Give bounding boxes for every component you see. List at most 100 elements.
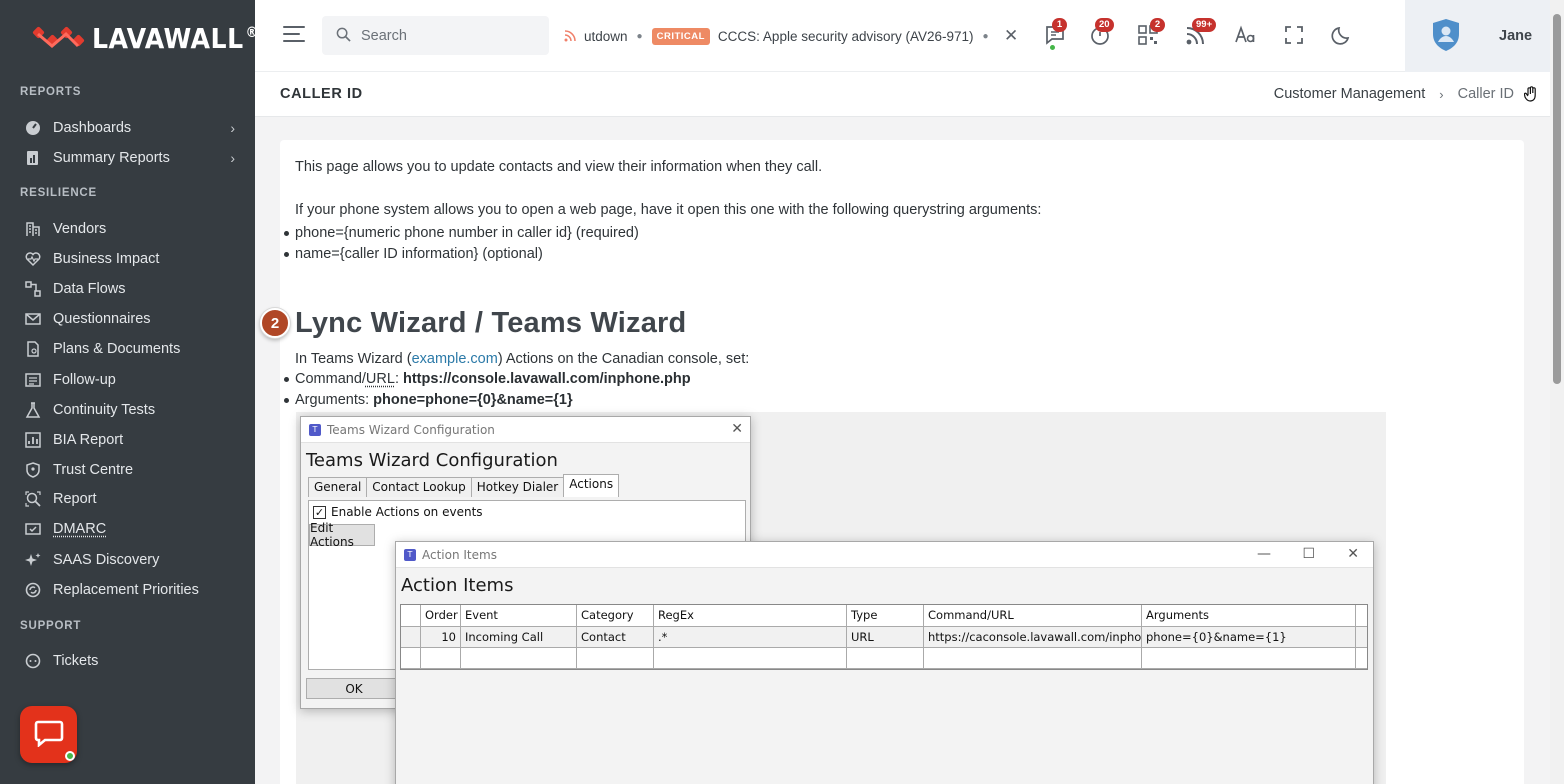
row-selector[interactable] (401, 627, 421, 647)
search-box[interactable] (322, 16, 549, 55)
sidebar-item-vendors[interactable]: Vendors (24, 216, 235, 242)
online-status-dot (65, 751, 75, 761)
sidebar-item-continuity-tests[interactable]: Continuity Tests (24, 397, 235, 423)
sidebar-item-summary-reports[interactable]: Summary Reports › (24, 145, 235, 171)
user-menu[interactable]: Jane (1405, 0, 1550, 72)
sidebar-item-questionnaires[interactable]: Questionnaires (24, 306, 235, 332)
section-resilience: RESILIENCE (20, 187, 98, 199)
messages-button[interactable]: 1 (1041, 18, 1069, 51)
column-header[interactable]: Command/URL (924, 605, 1142, 626)
breadcrumb-parent[interactable]: Customer Management (1274, 86, 1426, 102)
lavawall-logo-icon (32, 22, 86, 54)
page-title: CALLER ID (280, 86, 363, 102)
font-size-button[interactable] (1231, 22, 1259, 50)
shield-icon (24, 461, 42, 479)
scrollbar-thumb[interactable] (1553, 14, 1561, 384)
window-title: Action Items (422, 547, 497, 562)
online-dot (1049, 44, 1056, 51)
window-heading: Teams Wizard Configuration (306, 450, 558, 471)
enable-actions-checkbox[interactable]: ✓ Enable Actions on events (313, 505, 745, 519)
list-item: Command/URL: https://console.lavawall.co… (284, 369, 691, 390)
section-reports: REPORTS (20, 86, 82, 98)
sidebar-item-trust-centre[interactable]: Trust Centre (24, 457, 235, 483)
tab-hotkey-dialer[interactable]: Hotkey Dialer (470, 477, 565, 497)
sidebar-item-report[interactable]: Report (24, 486, 235, 512)
news-ticker[interactable]: utdown ● CRITICAL CCCS: Apple security a… (564, 25, 1004, 47)
chat-button[interactable] (20, 706, 77, 763)
column-header[interactable]: RegEx (654, 605, 847, 626)
table-cell[interactable]: https://caconsole.lavawall.com/inphone.p (924, 627, 1142, 647)
list-item: Arguments: phone=phone={0}&name={1} (284, 390, 691, 411)
search-input[interactable] (361, 27, 531, 44)
sidebar-item-tickets[interactable]: Tickets (24, 648, 235, 674)
sidebar-item-label: Tickets (53, 653, 99, 669)
sparkle-icon (24, 551, 42, 569)
sidebar-item-label: Vendors (53, 221, 107, 237)
user-shield-avatar-icon (1431, 18, 1461, 55)
dashboard-icon (24, 119, 42, 137)
tab-actions[interactable]: Actions (563, 474, 620, 497)
fullscreen-button[interactable] (1280, 22, 1308, 50)
ok-button[interactable]: OK (306, 678, 402, 699)
edit-actions-button[interactable]: Edit Actions (309, 521, 375, 549)
breadcrumb-current: Caller ID (1457, 86, 1514, 102)
arguments-value: phone=phone={0}&name={1} (373, 392, 573, 408)
list-icon (24, 371, 42, 389)
column-header[interactable]: Event (461, 605, 577, 626)
sidebar-item-replacement-priorities[interactable]: Replacement Priorities (24, 577, 235, 603)
ticker-headline[interactable]: CCCS: Apple security advisory (AV26-971) (718, 29, 974, 44)
querystring-args-list: phone={numeric phone number in caller id… (284, 223, 639, 265)
brand-name: LAVAWALL ® (92, 21, 255, 55)
rss-feed-button[interactable]: 99+ (1182, 18, 1217, 50)
brand-logo[interactable]: LAVAWALL ® (32, 18, 255, 58)
timer-button[interactable]: 20 (1086, 18, 1114, 50)
command-url-value: https://console.lavawall.com/inphone.php (403, 371, 691, 387)
sidebar-item-label: SAAS Discovery (53, 552, 160, 568)
minimize-icon[interactable]: — (1257, 546, 1271, 562)
checkbox-label: Enable Actions on events (331, 505, 483, 519)
tab-contact-lookup[interactable]: Contact Lookup (366, 477, 472, 497)
column-header[interactable]: Order (421, 605, 461, 626)
ticker-close-icon[interactable]: ✕ (1004, 26, 1018, 46)
action-items-window: T Action Items — ☐ ✕ Action Items Order E… (395, 541, 1374, 784)
document-icon (24, 340, 42, 358)
teams-app-icon: T (309, 423, 321, 436)
section-heading: Lync Wizard / Teams Wizard (295, 307, 687, 339)
sidebar-item-dmarc[interactable]: DMARC (24, 516, 235, 542)
column-header[interactable]: Arguments (1142, 605, 1356, 626)
sidebar-item-bia-report[interactable]: BIA Report (24, 427, 235, 453)
qr-button[interactable]: 2 (1134, 18, 1165, 50)
sidebar-item-label: Dashboards (53, 120, 132, 136)
column-header[interactable]: Type (847, 605, 924, 626)
table-cell[interactable]: .* (654, 627, 847, 647)
sidebar-item-saas-discovery[interactable]: SAAS Discovery (24, 547, 235, 573)
table-cell[interactable]: URL (847, 627, 924, 647)
table-row-new[interactable] (401, 648, 1367, 669)
maximize-icon[interactable]: ☐ (1302, 546, 1315, 562)
dark-mode-button[interactable] (1328, 22, 1356, 50)
intro-text-2: If your phone system allows you to open … (295, 202, 1042, 218)
example-link[interactable]: example.com (412, 351, 498, 367)
table-cell[interactable]: 10 (421, 627, 461, 647)
table-cell[interactable]: Contact (577, 627, 654, 647)
table-row[interactable]: 10 Incoming Call Contact .* URL https://… (401, 627, 1367, 648)
table-cell[interactable]: phone={0}&name={1} (1142, 627, 1356, 647)
table-cell[interactable]: Incoming Call (461, 627, 577, 647)
page-scrollbar[interactable] (1550, 0, 1564, 784)
close-icon[interactable]: ✕ (1347, 546, 1359, 562)
ticker-previous-fragment: utdown (584, 28, 628, 44)
sidebar-item-plans-documents[interactable]: Plans & Documents (24, 336, 235, 362)
sidebar-item-label: Business Impact (53, 251, 160, 267)
sidebar-item-follow-up[interactable]: Follow-up (24, 367, 235, 393)
timer-count-badge: 20 (1095, 18, 1114, 32)
sidebar-item-data-flows[interactable]: Data Flows (24, 276, 235, 302)
menu-toggle-icon[interactable] (283, 26, 305, 44)
tab-general[interactable]: General (308, 477, 368, 497)
headset-icon (24, 652, 42, 670)
column-header[interactable]: Category (577, 605, 654, 626)
sidebar-item-business-impact[interactable]: Business Impact (24, 246, 235, 272)
close-icon[interactable]: ✕ (731, 421, 743, 437)
sidebar-item-dashboards[interactable]: Dashboards › (24, 115, 235, 141)
wizard-settings-list: Command/URL: https://console.lavawall.co… (284, 369, 691, 411)
breadcrumb: Customer Management › Caller ID (1274, 86, 1538, 102)
